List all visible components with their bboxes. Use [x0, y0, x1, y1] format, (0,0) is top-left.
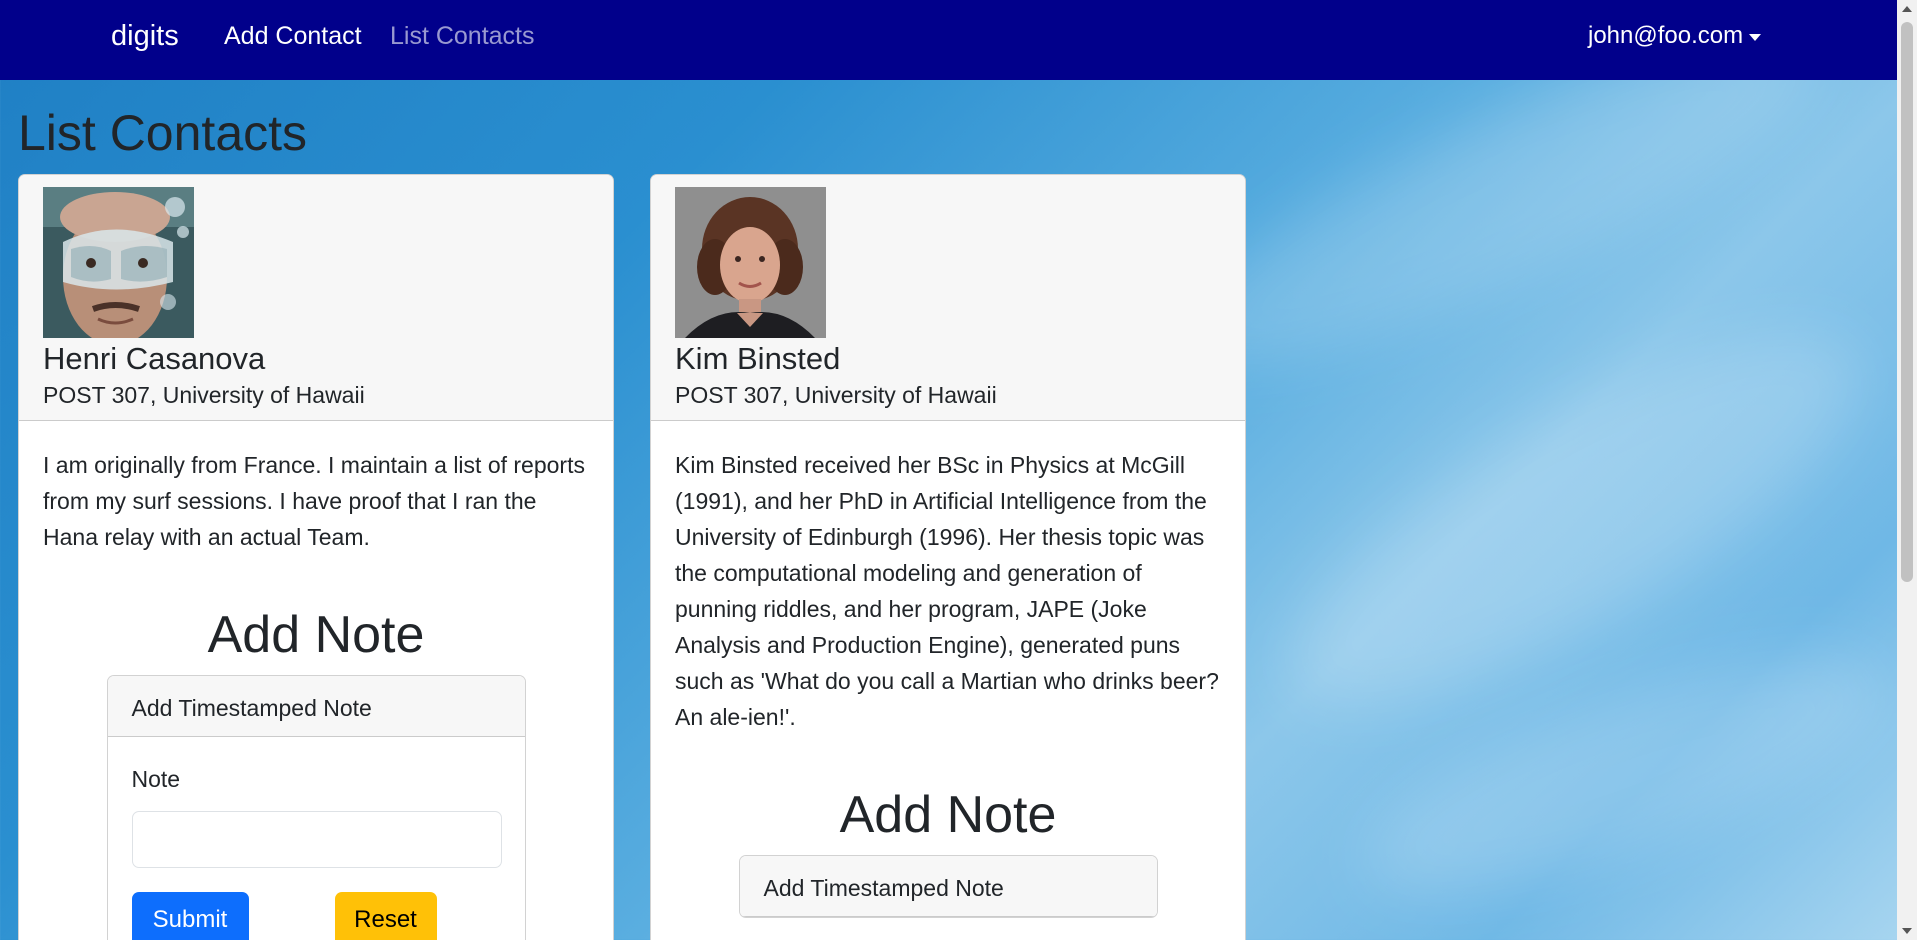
scroll-down-icon[interactable]: [1902, 928, 1912, 934]
scroll-thumb[interactable]: [1901, 22, 1913, 582]
add-note-form: Add Timestamped Note Note Submit Reset: [106, 675, 526, 940]
brand-link[interactable]: digits: [111, 20, 179, 53]
contact-card-header: Kim Binsted POST 307, University of Hawa…: [651, 175, 1245, 421]
add-note-form: Add Timestamped Note: [738, 855, 1158, 918]
scroll-up-icon[interactable]: [1902, 6, 1912, 12]
user-dropdown[interactable]: john@foo.com: [1588, 22, 1762, 50]
contact-card-body: Kim Binsted received her BSc in Physics …: [651, 421, 1245, 918]
nav-add-contact[interactable]: Add Contact: [224, 22, 362, 51]
contact-description: I am originally from France. I maintain …: [43, 452, 585, 550]
navbar: digits Add Contact List Contacts john@fo…: [0, 0, 1897, 80]
contact-description: Kim Binsted received her BSc in Physics …: [675, 452, 1219, 730]
submit-button[interactable]: Submit: [131, 892, 249, 940]
nav-list-contacts[interactable]: List Contacts: [390, 22, 535, 51]
contact-card-body: I am originally from France. I maintain …: [19, 421, 613, 940]
contact-card: Kim Binsted POST 307, University of Hawa…: [650, 174, 1246, 940]
add-note-heading: Add Note: [839, 786, 1057, 844]
add-note-heading: Add Note: [207, 606, 425, 664]
note-input[interactable]: [131, 811, 502, 868]
contact-card: Henri Casanova POST 307, University of H…: [18, 174, 614, 940]
reset-button[interactable]: Reset: [334, 892, 437, 940]
note-form-title: Add Timestamped Note: [107, 676, 525, 737]
contact-name: Kim Binsted: [675, 341, 841, 376]
note-form-title: Add Timestamped Note: [739, 856, 1157, 917]
scrollbar[interactable]: [1897, 0, 1917, 940]
avatar: [43, 187, 194, 338]
contact-card-header: Henri Casanova POST 307, University of H…: [19, 175, 613, 421]
page-title: List Contacts: [18, 105, 308, 161]
avatar: [675, 187, 826, 338]
contact-address: POST 307, University of Hawaii: [675, 382, 997, 408]
user-email: john@foo.com: [1588, 22, 1744, 49]
contact-name: Henri Casanova: [43, 341, 266, 376]
caret-down-icon: [1749, 33, 1762, 41]
contact-address: POST 307, University of Hawaii: [43, 382, 365, 408]
note-label: Note: [131, 766, 181, 792]
